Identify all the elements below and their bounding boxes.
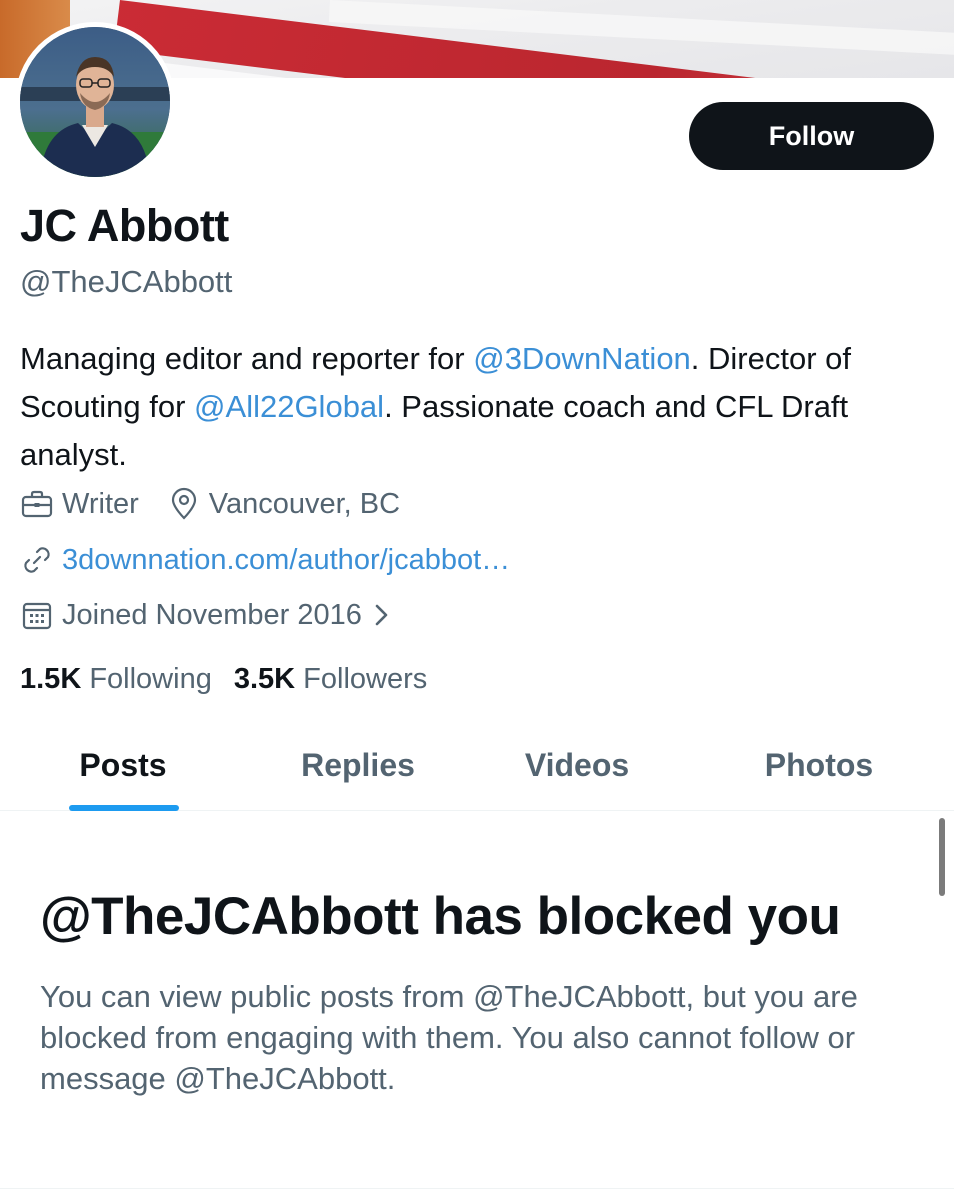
- followers-label: Followers: [303, 663, 428, 695]
- avatar[interactable]: [15, 22, 175, 182]
- website-link[interactable]: 3downnation.com/author/jcabbot…: [62, 544, 510, 577]
- bio-mention-all22global[interactable]: @All22Global: [194, 389, 384, 424]
- bio-mention-3downnation[interactable]: @3DownNation: [473, 341, 691, 376]
- following-stat[interactable]: 1.5K Following: [20, 663, 212, 696]
- briefcase-icon: [21, 490, 53, 518]
- scrollbar[interactable]: [939, 818, 945, 896]
- bio-text: Managing editor and reporter for: [20, 341, 474, 376]
- followers-stat[interactable]: 3.5K Followers: [234, 663, 427, 696]
- follow-stats: 1.5K Following 3.5K Followers: [20, 663, 427, 696]
- avatar-photo: [20, 27, 170, 177]
- calendar-icon: [22, 602, 52, 630]
- profession-item: Writer: [20, 487, 139, 521]
- website-row[interactable]: 3downnation.com/author/jcabbot…: [20, 543, 510, 577]
- location-item: Vancouver, BC: [169, 487, 400, 521]
- followers-count: 3.5K: [233, 663, 296, 695]
- joined-text: Joined November 2016: [62, 598, 362, 631]
- follow-button[interactable]: Follow: [689, 102, 934, 170]
- profession-text: Writer: [62, 487, 139, 520]
- tab-videos[interactable]: Videos: [457, 720, 697, 810]
- divider: [0, 1188, 954, 1189]
- active-tab-indicator: [69, 805, 179, 811]
- tab-posts[interactable]: Posts: [3, 720, 243, 810]
- blocked-message: You can view public posts from @TheJCAbb…: [40, 979, 858, 1096]
- profile-meta-row: Writer Vancouver, BC: [20, 487, 400, 521]
- tab-photos[interactable]: Photos: [699, 720, 939, 810]
- profile-name: JC Abbott: [20, 200, 229, 251]
- following-label: Following: [89, 663, 212, 695]
- chevron-right-icon[interactable]: [370, 600, 394, 630]
- blocked-title: @TheJCAbbott has blocked you: [40, 887, 841, 946]
- joined-row: Joined November 2016: [20, 598, 394, 632]
- profile-handle: @TheJCAbbott: [20, 264, 233, 299]
- link-icon: [24, 547, 50, 573]
- profile-bio: Managing editor and reporter for @3DownN…: [20, 335, 940, 479]
- following-count: 1.5K: [20, 663, 82, 695]
- profile-tabs: Posts Replies Videos Photos: [0, 720, 954, 811]
- tab-replies[interactable]: Replies: [238, 720, 478, 810]
- location-pin-icon: [171, 487, 196, 520]
- location-text: Vancouver, BC: [208, 487, 401, 520]
